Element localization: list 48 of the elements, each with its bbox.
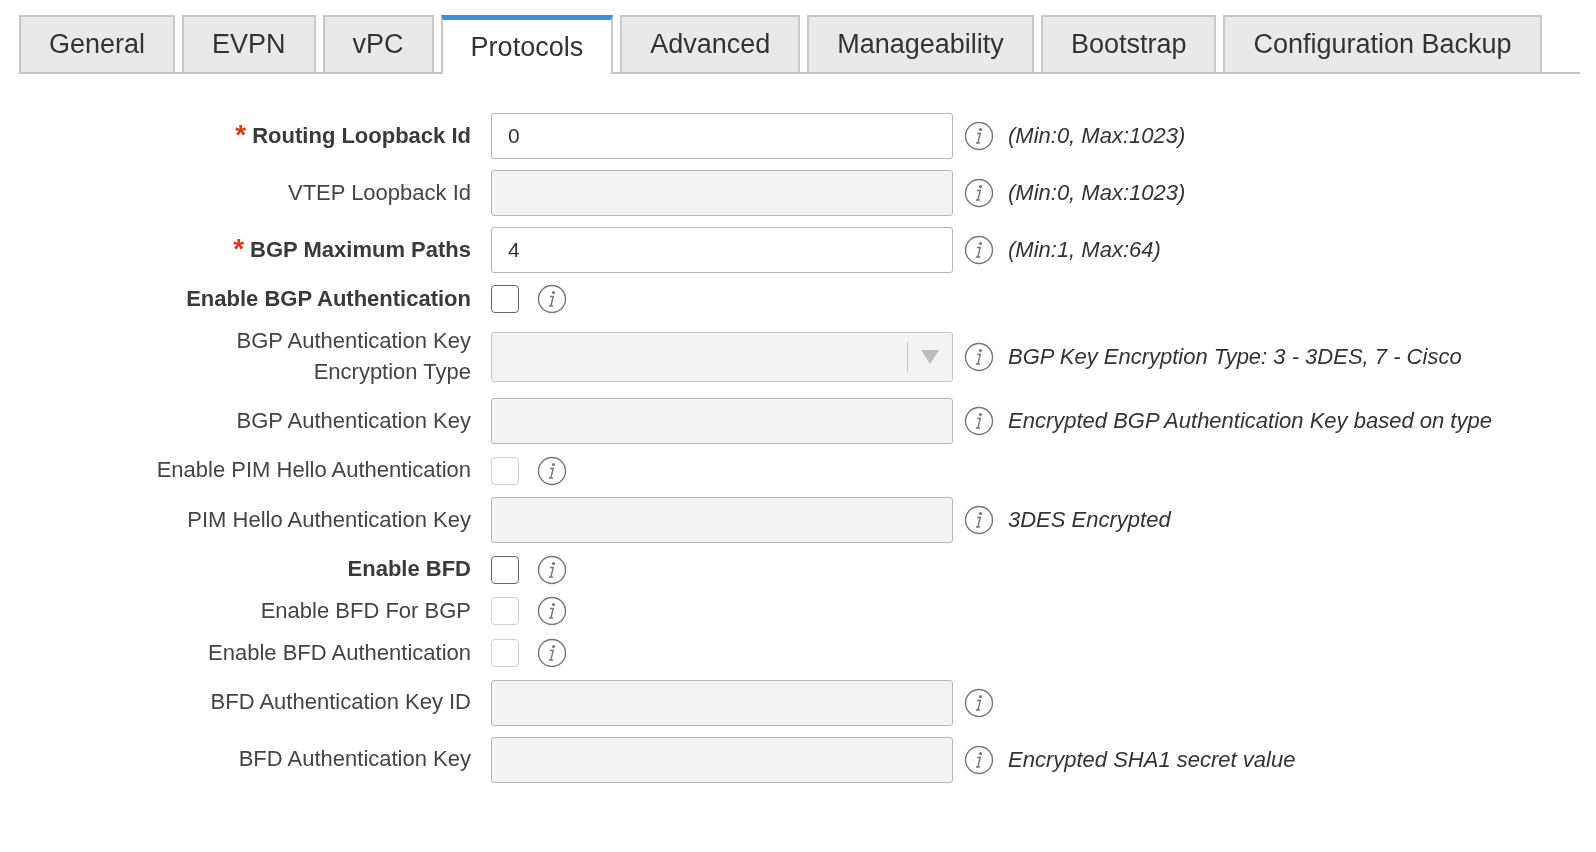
tab[interactable]: Configuration Backup (1223, 15, 1542, 72)
field-label: BFD Authentication Key ID (210, 688, 471, 717)
tab[interactable]: Manageability (807, 15, 1034, 72)
field-hint: 3DES Encrypted (1008, 507, 1171, 534)
tab[interactable]: General (19, 15, 176, 72)
info-icon[interactable] (964, 341, 994, 372)
required-mark: * (235, 120, 247, 149)
tab[interactable]: Protocols (440, 15, 614, 74)
field-hint: (Min:1, Max:64) (1008, 237, 1161, 263)
field-hint: (Min:0, Max:1023) (1008, 123, 1186, 149)
info-icon[interactable] (964, 687, 994, 718)
field-label: Enable PIM Hello Authentication (156, 456, 471, 485)
field-label: BGP Authentication Key Encryption Type (235, 326, 471, 386)
dropdown-arrow-icon (920, 348, 940, 365)
checkbox[interactable] (491, 555, 519, 584)
info-icon[interactable] (537, 554, 567, 585)
input-field[interactable]: 4 (491, 227, 953, 273)
field-hint: Encrypted BGP Authentication Key based on type (1008, 408, 1492, 435)
tab[interactable]: vPC (322, 15, 434, 72)
field-hint: (Min:0, Max:1023) (1008, 180, 1186, 206)
field-label: PIM Hello Authentication Key (187, 505, 471, 534)
field-label: Enable BFD For BGP (260, 597, 471, 625)
tab[interactable]: Advanced (620, 15, 801, 72)
field-hint: BGP Key Encryption Type: 3 - 3DES, 7 - Cisco (1008, 343, 1462, 370)
info-icon[interactable] (964, 406, 994, 437)
tab[interactable]: EVPN (182, 15, 316, 72)
field-label: BGP Maximum Paths (250, 235, 471, 264)
field-label: Enable BGP Authentication (186, 285, 471, 313)
tab[interactable]: Bootstrap (1040, 15, 1217, 72)
info-icon[interactable] (537, 596, 567, 627)
field-label: Enable BFD (347, 555, 471, 584)
info-icon[interactable] (964, 744, 994, 775)
checkbox[interactable] (491, 285, 519, 314)
field-label: BGP Authentication Key (236, 407, 471, 435)
info-icon[interactable] (964, 235, 994, 265)
field-label: Enable BFD Authentication (208, 638, 471, 667)
field-label: VTEP Loopback Id (287, 178, 471, 207)
input-field[interactable]: 0 (491, 113, 953, 159)
required-mark: * (233, 234, 245, 263)
field-label: BFD Authentication Key (238, 745, 471, 774)
info-icon[interactable] (964, 505, 994, 536)
info-icon[interactable] (964, 178, 994, 208)
field-label: Routing Loopback Id (252, 121, 471, 150)
info-icon[interactable] (537, 638, 567, 669)
field-hint: Encrypted SHA1 secret value (1008, 746, 1296, 773)
info-icon[interactable] (964, 121, 994, 151)
info-icon[interactable] (537, 284, 567, 315)
info-icon[interactable] (537, 455, 567, 486)
